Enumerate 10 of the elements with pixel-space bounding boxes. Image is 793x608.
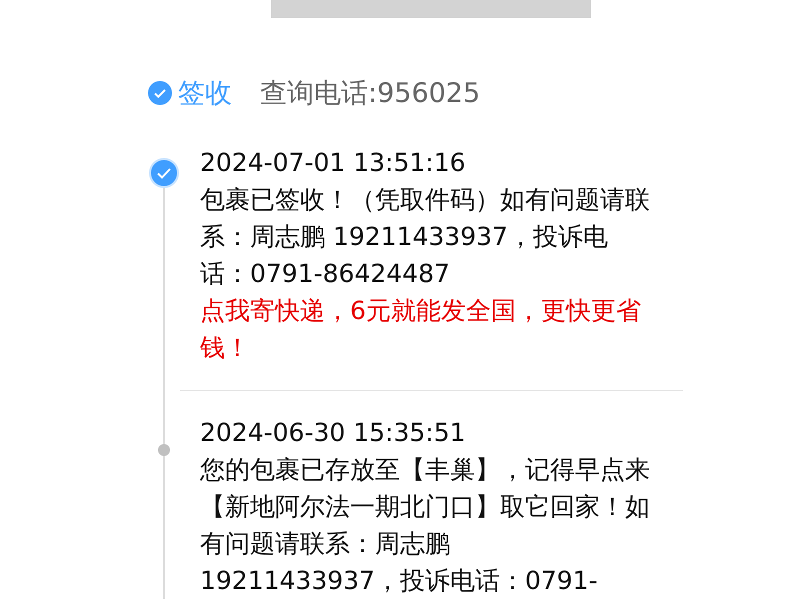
phone-label: 查询电话:956025 [260,77,480,111]
check-circle-icon [149,158,179,188]
check-circle-icon [148,81,172,105]
event-text: 您的包裹已存放至【丰巢】，记得早点来【新地阿尔法一期北门口】取它回家！如有问题请联系：周志鹏 19211433937，投诉电话：0791- [200,454,651,597]
promo-link[interactable]: 点我寄快递，6元就能发全国，更快更省钱！ [200,292,652,366]
event-time: 2024-07-01 13:51:16 [200,147,467,179]
event-time: 2024-06-30 15:35:51 [200,417,467,449]
timeline-dot [158,444,170,456]
status-label: 签收 [178,77,232,111]
event-text: 包裹已签收！（凭取件码）如有问题请联系：周志鹏 19211433937，投诉电话：0791-86424487 [200,184,651,290]
